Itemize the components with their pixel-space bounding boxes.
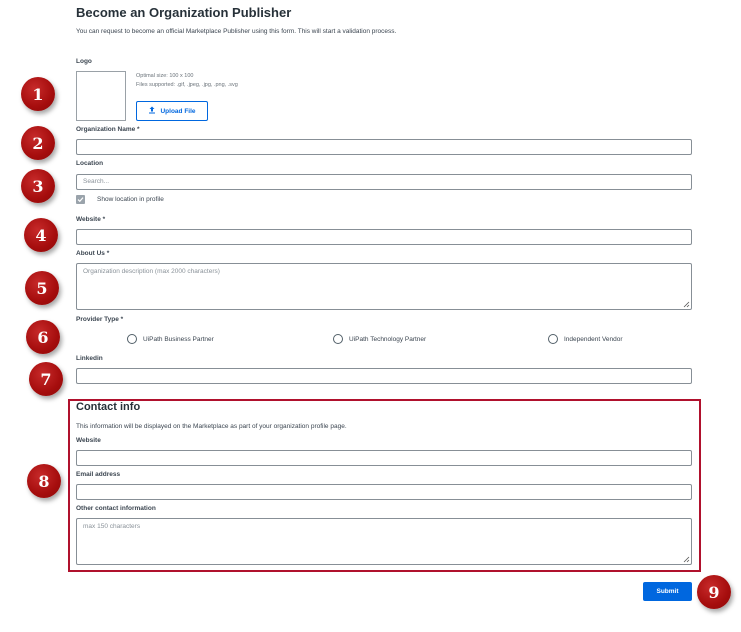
location-label: Location [76, 160, 104, 167]
radio-button[interactable] [333, 334, 343, 344]
show-location-label: Show location in profile [97, 196, 164, 203]
contact-website-input[interactable] [76, 450, 692, 466]
provider-option-independent-vendor[interactable]: Independent Vendor [548, 334, 623, 344]
location-search-input[interactable]: Search... [76, 174, 692, 190]
about-us-label: About Us * [76, 250, 110, 257]
logo-size-hint: Optimal size: 100 x 100 [136, 73, 194, 79]
upload-icon [148, 106, 156, 116]
about-us-textarea[interactable]: Organization description (max 2000 chara… [76, 263, 692, 310]
annotation-badge-6: 6 [26, 320, 60, 354]
about-us-placeholder: Organization description (max 2000 chara… [83, 268, 220, 275]
annotation-badge-4: 4 [24, 218, 58, 252]
annotation-badge-7: 7 [29, 362, 63, 396]
provider-option-technology-partner[interactable]: UiPath Technology Partner [333, 334, 426, 344]
linkedin-input[interactable] [76, 368, 692, 384]
logo-types-hint: Files supported: .gif, .jpeg, .jpg, .png… [136, 82, 238, 88]
other-contact-label: Other contact information [76, 505, 156, 512]
contact-info-description: This information will be displayed on th… [76, 423, 347, 430]
website-label: Website * [76, 216, 106, 223]
logo-preview [76, 71, 126, 121]
other-contact-placeholder: max 150 characters [83, 523, 141, 530]
upload-file-button[interactable]: Upload File [136, 101, 208, 121]
linkedin-label: Linkedin [76, 355, 103, 362]
resize-handle-icon [683, 301, 690, 308]
radio-button[interactable] [548, 334, 558, 344]
contact-info-title: Contact info [76, 401, 141, 413]
annotation-badge-8: 8 [27, 464, 61, 498]
other-contact-textarea[interactable]: max 150 characters [76, 518, 692, 565]
website-input[interactable] [76, 229, 692, 245]
show-location-checkbox[interactable] [76, 195, 85, 204]
logo-label: Logo [76, 58, 92, 65]
upload-file-label: Upload File [160, 107, 196, 115]
org-name-label: Organization Name * [76, 126, 140, 133]
resize-handle-icon [683, 556, 690, 563]
checkmark-icon [77, 197, 84, 203]
email-address-input[interactable] [76, 484, 692, 500]
annotation-badge-3: 3 [21, 169, 55, 203]
email-address-label: Email address [76, 471, 121, 478]
annotation-badge-2: 2 [21, 126, 55, 160]
contact-website-label: Website [76, 437, 101, 444]
org-name-input[interactable] [76, 139, 692, 155]
provider-option-business-partner[interactable]: UiPath Business Partner [127, 334, 214, 344]
annotation-badge-9: 9 [697, 575, 731, 609]
submit-button[interactable]: Submit [643, 582, 692, 601]
annotation-badge-1: 1 [21, 77, 55, 111]
page-title: Become an Organization Publisher [76, 5, 292, 20]
provider-type-label: Provider Type * [76, 316, 124, 323]
page-subtitle: You can request to become an official Ma… [76, 28, 397, 35]
annotation-badge-5: 5 [25, 271, 59, 305]
radio-button[interactable] [127, 334, 137, 344]
